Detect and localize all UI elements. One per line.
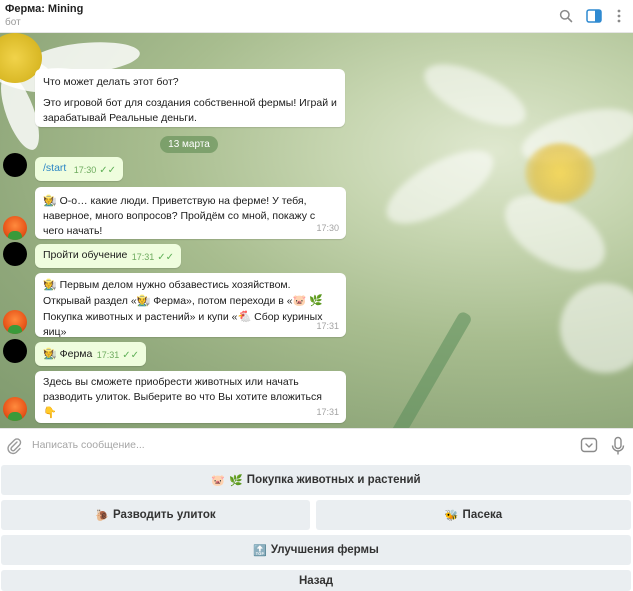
chat-header: Ферма: Mining бот — [0, 0, 633, 33]
message-text: Ферма», потом переходи в « — [150, 295, 293, 307]
read-checks-icon: ✓✓ — [99, 165, 116, 176]
farmer-icon: 🧑‍🌾 — [136, 294, 151, 307]
herb-icon: 🌿 — [229, 473, 243, 487]
chicken-icon: 🐔 — [237, 310, 252, 323]
bot-avatar[interactable] — [3, 216, 27, 240]
message-time: 17:31 — [316, 407, 339, 417]
top-icon: 🔝 — [253, 543, 267, 557]
message-outgoing: Пройти обучение 17:31 ✓✓ — [35, 244, 181, 268]
message-time: 17:31 — [96, 350, 120, 360]
keyboard-button-label: Пасека — [462, 509, 503, 521]
keyboard-button-upgrades[interactable]: 🔝 Улучшения фермы — [1, 535, 631, 565]
date-separator: 13 марта — [160, 136, 218, 153]
bot-intro-bubble: Что может делать этот бот? Это игровой б… — [35, 69, 345, 127]
message-outgoing: 🧑‍🌾 Ферма 17:31 ✓✓ — [35, 342, 146, 366]
farmer-icon: 🧑‍🌾 — [43, 347, 57, 360]
bot-avatar[interactable] — [3, 310, 27, 334]
keyboard-button-label: Разводить улиток — [112, 509, 216, 521]
point-down-icon: 👇 — [43, 406, 57, 419]
avatar[interactable] — [3, 242, 27, 266]
command-link[interactable]: /start — [43, 162, 66, 174]
message-text: Открывай раздел « — [43, 295, 137, 307]
keyboard-button-back[interactable]: Назад — [1, 570, 631, 591]
message-text: О-о… какие люди. Приветствую на ферме! У… — [43, 195, 316, 237]
avatar[interactable] — [3, 339, 27, 363]
message-incoming: 🧑‍🌾 О-о… какие люди. Приветствую на ферм… — [35, 187, 346, 239]
chat-area[interactable]: Что может делать этот бот? Это игровой б… — [0, 33, 633, 428]
more-menu-icon[interactable] — [609, 6, 629, 26]
message-input[interactable]: Написать сообщение... — [32, 439, 145, 451]
message-composer: Написать сообщение... — [0, 428, 633, 462]
message-text: Здесь вы сможете приобрести животных или… — [43, 376, 322, 403]
keyboard-button-buy[interactable]: 🐷 🌿 Покупка животных и растений — [1, 465, 631, 495]
keyboard-button-label: Назад — [298, 574, 334, 587]
sidebar-toggle-icon[interactable] — [584, 6, 604, 26]
farmer-icon: 🧑‍🌾 — [43, 194, 57, 207]
message-text: Покупка животных и растений» и купи « — [43, 311, 238, 323]
message-incoming: 🧑‍🌾 Первым делом нужно обзавестись хозяй… — [35, 273, 346, 353]
search-icon[interactable] — [556, 6, 576, 26]
message-incoming: Здесь вы сможете приобрести животных или… — [35, 371, 346, 423]
pig-icon: 🐷 — [292, 294, 307, 307]
chat-subtitle: бот — [5, 17, 21, 28]
bot-intro-body: Это игровой бот для создания собственной… — [43, 97, 337, 124]
message-time: 17:31 — [316, 321, 339, 331]
message-text: Пройти обучение — [43, 249, 128, 261]
keyboard-button-apiary[interactable]: 🐝 Пасека — [316, 500, 631, 530]
message-time: 17:31 — [131, 252, 155, 262]
keyboard-button-label: Улучшения фермы — [270, 544, 379, 556]
avatar[interactable] — [3, 153, 27, 177]
farmer-icon: 🧑‍🌾 — [43, 278, 57, 291]
message-text: Первым делом нужно обзавестись хозяйство… — [59, 279, 291, 291]
bot-avatar[interactable] — [3, 397, 27, 421]
pig-icon: 🐷 — [211, 473, 226, 487]
bot-keyboard-icon[interactable] — [580, 436, 598, 454]
microphone-icon[interactable] — [610, 436, 626, 456]
snail-icon: 🐌 — [95, 508, 109, 522]
read-checks-icon: ✓✓ — [122, 350, 139, 361]
message-text: Ферма — [59, 348, 93, 360]
keyboard-button-label: Покупка животных и растений — [246, 474, 421, 486]
paperclip-icon[interactable] — [5, 437, 23, 455]
message-time: 17:30 — [316, 223, 339, 233]
read-checks-icon: ✓✓ — [157, 252, 174, 263]
chat-title[interactable]: Ферма: Mining — [5, 3, 83, 15]
message-outgoing: /start 17:30 ✓✓ — [35, 157, 123, 181]
message-time: 17:30 — [73, 165, 97, 175]
herb-icon: 🌿 — [309, 294, 323, 307]
keyboard-button-snails[interactable]: 🐌 Разводить улиток — [1, 500, 310, 530]
bot-intro-title: Что может делать этот бот? — [43, 76, 179, 88]
bee-icon: 🐝 — [444, 508, 459, 522]
